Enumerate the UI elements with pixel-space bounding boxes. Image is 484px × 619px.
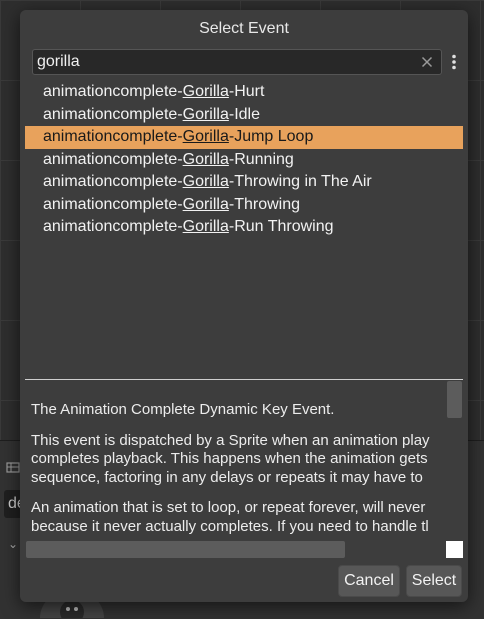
cancel-button[interactable]: Cancel <box>338 565 400 597</box>
event-suffix: -Jump Loop <box>228 128 314 145</box>
event-suffix: -Run Throwing <box>228 218 334 235</box>
event-prefix: animationcomplete- <box>43 173 183 190</box>
horizontal-scrollbar[interactable] <box>25 541 445 558</box>
event-suffix: -Running <box>228 150 294 168</box>
event-item[interactable]: animationcomplete-Gorilla-Hurt <box>25 81 463 104</box>
layers-icon <box>6 462 20 473</box>
description-line: The Animation Complete Dynamic Key Event… <box>31 401 335 418</box>
event-item[interactable]: animationcomplete-Gorilla-Throwing in Th… <box>25 171 463 194</box>
description-line: because it never actually completes. If … <box>31 517 429 535</box>
description-line: sequence, factoring in any delays or rep… <box>31 468 423 486</box>
search-box <box>32 49 442 75</box>
event-list: animationcomplete-Gorilla-Hurt animation… <box>25 81 463 377</box>
event-item[interactable]: animationcomplete-Gorilla-Throwing <box>25 194 463 217</box>
event-match: Gorilla <box>182 150 229 168</box>
chevron-down-icon[interactable]: ⌄ <box>8 537 18 551</box>
event-suffix: -Throwing in The Air <box>228 173 372 190</box>
event-match: Gorilla <box>182 83 229 100</box>
event-item[interactable]: animationcomplete-Gorilla-Idle <box>25 104 463 127</box>
event-item[interactable]: animationcomplete-Gorilla-Jump Loop <box>25 126 463 149</box>
description-paragraph: An animation that is set to loop, or rep… <box>31 499 445 536</box>
event-prefix: animationcomplete- <box>43 128 183 145</box>
clear-icon[interactable] <box>419 54 435 70</box>
horizontal-scrollbar-thumb[interactable] <box>26 541 345 558</box>
vertical-scrollbar[interactable] <box>446 381 463 541</box>
description-panel: The Animation Complete Dynamic Key Event… <box>25 381 445 541</box>
description-line: An animation that is set to loop, or rep… <box>31 499 426 516</box>
description-line: completes playback. This happens when th… <box>31 450 428 467</box>
select-button[interactable]: Select <box>406 565 462 597</box>
event-suffix: -Idle <box>228 105 260 123</box>
event-item[interactable]: animationcomplete-Gorilla-Running <box>25 149 463 172</box>
select-event-dialog: Select Event animationcomplete-Gorilla-H… <box>20 10 468 602</box>
event-prefix: animationcomplete- <box>43 218 183 235</box>
event-match: Gorilla <box>182 128 229 145</box>
more-options-icon[interactable] <box>450 54 458 70</box>
search-input[interactable] <box>37 50 407 74</box>
event-match: Gorilla <box>182 195 229 213</box>
description-line: This event is dispatched by a Sprite whe… <box>31 431 430 449</box>
event-match: Gorilla <box>182 173 229 190</box>
splitter-handle[interactable] <box>25 379 463 380</box>
event-prefix: animationcomplete- <box>43 83 183 100</box>
event-suffix: -Hurt <box>228 83 265 100</box>
event-item[interactable]: animationcomplete-Gorilla-Run Throwing <box>25 216 463 239</box>
event-prefix: animationcomplete- <box>43 105 183 123</box>
description-paragraph: This event is dispatched by a Sprite whe… <box>31 432 445 488</box>
event-suffix: -Throwing <box>228 195 300 213</box>
dialog-title: Select Event <box>199 20 289 37</box>
scrollbar-corner <box>446 541 463 558</box>
event-match: Gorilla <box>182 218 229 235</box>
event-match: Gorilla <box>182 105 229 123</box>
event-prefix: animationcomplete- <box>43 150 183 168</box>
vertical-scrollbar-thumb[interactable] <box>447 381 462 418</box>
description-paragraph: The Animation Complete Dynamic Key Event… <box>31 401 445 420</box>
event-prefix: animationcomplete- <box>43 195 183 213</box>
